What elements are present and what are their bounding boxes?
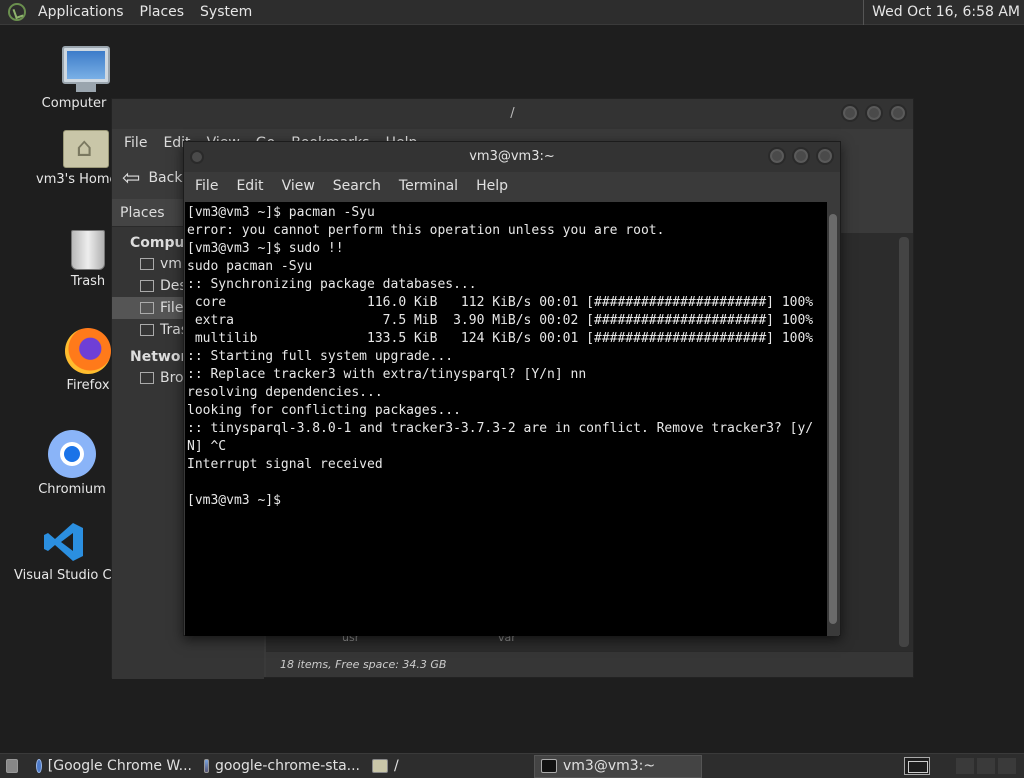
show-desktop-icon (6, 759, 18, 773)
terminal-scrollbar[interactable] (827, 202, 839, 636)
desktop-icon-vscode[interactable]: Visual Studio Code (14, 520, 114, 583)
firefox-icon (65, 328, 111, 374)
maximize-button[interactable] (865, 104, 883, 122)
taskbar-item-image[interactable]: google-chrome-sta... (198, 755, 366, 778)
back-arrow-icon[interactable]: ⇦ (122, 166, 140, 191)
computer-icon (62, 46, 110, 92)
menu-file[interactable]: File (116, 135, 155, 151)
applications-logo-icon[interactable] (8, 3, 26, 21)
workspace-3[interactable] (977, 758, 995, 774)
top-menu: Applications Places System (0, 0, 268, 25)
clock[interactable]: Wed Oct 16, 6:58 AM (863, 0, 1020, 25)
terminal-output[interactable]: [vm3@vm3 ~]$ pacman -Syu error: you cann… (185, 202, 827, 636)
file-list-scrollbar[interactable] (899, 237, 909, 647)
chromium-icon (48, 430, 96, 478)
menu-edit[interactable]: Edit (227, 178, 272, 194)
terminal-window[interactable]: vm3@vm3:~ File Edit View Search Terminal… (183, 141, 841, 636)
menu-terminal[interactable]: Terminal (390, 178, 467, 194)
taskbar-item-label: vm3@vm3:~ (563, 758, 656, 774)
close-button[interactable] (889, 104, 907, 122)
close-button[interactable] (816, 147, 834, 165)
menu-search[interactable]: Search (324, 178, 390, 194)
desktop-icon-label: Computer (41, 96, 107, 111)
window-menu-button[interactable] (190, 150, 204, 164)
drive-icon (140, 302, 154, 314)
menu-places[interactable]: Places (132, 0, 193, 25)
workspace-4[interactable] (998, 758, 1016, 774)
workspace-2[interactable] (956, 758, 974, 774)
taskbar-item-chrome[interactable]: [Google Chrome W... (30, 755, 198, 778)
show-desktop-button[interactable] (0, 755, 30, 778)
chrome-icon (36, 759, 42, 773)
terminal-icon (541, 759, 557, 773)
taskbar-item-terminal[interactable]: vm3@vm3:~ (534, 754, 702, 778)
terminal-menubar: File Edit View Search Terminal Help (184, 172, 840, 200)
folder-icon (372, 759, 388, 773)
workspace-switcher[interactable] (904, 757, 930, 775)
menu-system[interactable]: System (192, 0, 260, 25)
taskbar-item-label: [Google Chrome W... (47, 758, 192, 774)
desktop-icon-label: Chromium (38, 482, 106, 497)
network-icon (140, 372, 154, 384)
minimize-button[interactable] (841, 104, 859, 122)
file-manager-titlebar[interactable]: / (112, 99, 913, 129)
window-title: / (510, 106, 515, 121)
status-bar: 18 items, Free space: 34.3 GB (266, 651, 913, 677)
desktop-icon (140, 280, 154, 292)
menu-file[interactable]: File (186, 178, 227, 194)
vscode-icon (42, 520, 86, 564)
desktop-icon-label: Visual Studio Code (14, 568, 111, 583)
window-title: vm3@vm3:~ (469, 149, 555, 164)
scrollbar-thumb[interactable] (829, 214, 837, 624)
desktop-icon-label: vm3's Home (36, 172, 112, 187)
bottom-taskbar: [Google Chrome W... google-chrome-sta...… (0, 753, 1024, 778)
home-icon (140, 258, 154, 270)
back-button[interactable]: Back (148, 170, 182, 186)
desktop-icon-chromium[interactable]: Chromium (22, 430, 122, 497)
trash-icon (140, 324, 154, 336)
terminal-text: [vm3@vm3 ~]$ pacman -Syu error: you cann… (187, 205, 814, 508)
taskbar-item-file-manager[interactable]: / (366, 755, 534, 778)
menu-view[interactable]: View (273, 178, 324, 194)
menu-applications[interactable]: Applications (30, 0, 132, 25)
trash-icon (71, 230, 105, 270)
menu-help[interactable]: Help (467, 178, 517, 194)
minimize-button[interactable] (768, 147, 786, 165)
workspace-boxes (956, 758, 1016, 774)
top-panel: Applications Places System Wed Oct 16, 6… (0, 0, 1024, 25)
taskbar-item-label: / (394, 758, 399, 774)
taskbar-item-label: google-chrome-sta... (214, 758, 360, 774)
terminal-titlebar[interactable]: vm3@vm3:~ (184, 142, 840, 172)
home-folder-icon (63, 130, 109, 168)
maximize-button[interactable] (792, 147, 810, 165)
image-viewer-icon (204, 759, 209, 773)
